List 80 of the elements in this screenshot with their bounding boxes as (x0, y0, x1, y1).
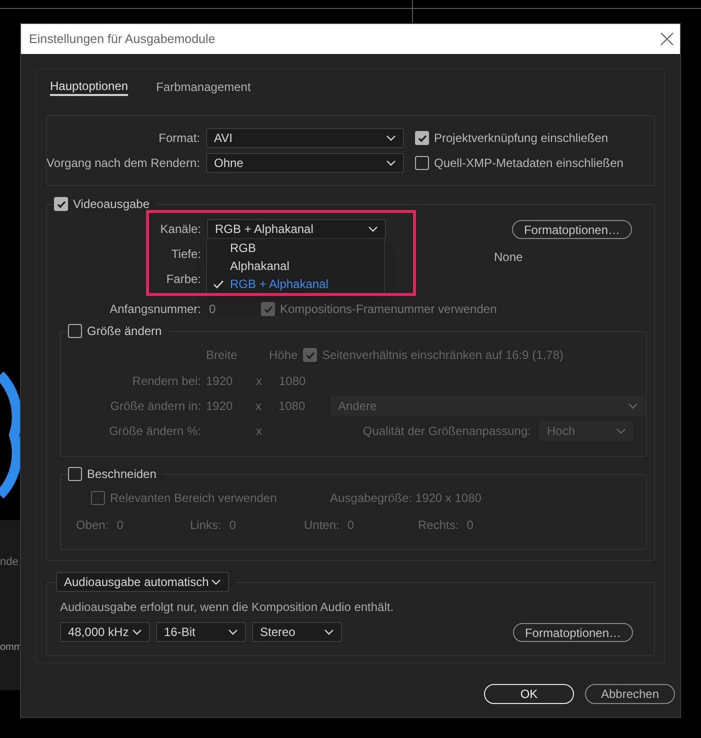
label: Links: (190, 517, 222, 534)
menu-item[interactable]: Alphakanal (207, 257, 384, 275)
label: Format: (158, 130, 200, 147)
label: Quell-XMP-Metadaten einschließen (434, 155, 624, 172)
checkbox[interactable] (261, 302, 275, 316)
label: Relevanten Bereich verwenden (110, 490, 277, 507)
label: Tiefe: (171, 246, 201, 263)
chevron-icon (368, 226, 378, 232)
label: Höhe (269, 348, 298, 362)
close-icon[interactable] (660, 32, 674, 46)
value-text: 0 (116, 517, 124, 534)
times-text: x (256, 373, 262, 390)
checkbox[interactable] (54, 197, 68, 211)
window-title: Einstellungen für Ausgabemodule (29, 30, 216, 48)
audio-mode-dropdown[interactable]: Audioausgabe automatisch (56, 572, 229, 592)
checkmark-icon (213, 280, 224, 288)
label: Rendern bei: (132, 373, 201, 390)
format-options-button[interactable]: Formatoptionen… (512, 220, 632, 238)
times-text: x (256, 423, 262, 440)
chevron-icon (616, 428, 626, 434)
label: Größe ändern in: (110, 398, 201, 415)
chevron-icon (386, 135, 396, 141)
label: Seitenverhältnis einschränken auf 16:9 (1,78) (322, 347, 564, 364)
audio-note: Audioausgabe erfolgt nur, wenn die Komposition Audio enthält. (60, 599, 394, 616)
dropdown[interactable]: AVI (206, 128, 404, 148)
checkbox[interactable] (91, 491, 105, 505)
menu-item[interactable]: RGB + Alphakanal (207, 275, 384, 293)
label: Beschneiden (87, 466, 156, 483)
background-text: nde (0, 555, 18, 570)
codec-value: None (494, 249, 523, 266)
checkmark-icon (262, 304, 274, 314)
label: Qualität der Größenanpassung: (362, 423, 531, 440)
value-text: 0 (347, 517, 354, 534)
dropdown[interactable]: 16-Bit (156, 622, 246, 642)
times-text: x (256, 398, 262, 415)
checkmark-icon (416, 132, 428, 144)
dialog-button[interactable]: Abbrechen (585, 684, 675, 704)
label: Unten: (304, 517, 340, 534)
value-text: 0 (466, 517, 474, 534)
label: Kompositions-Framenummer verwenden (280, 301, 497, 318)
label: Videoausgabe (73, 196, 150, 213)
value-text: 0 (229, 517, 236, 534)
label: Farbe: (166, 271, 201, 288)
chevron-icon (211, 579, 221, 585)
checkbox[interactable] (68, 467, 82, 481)
label: Vorgang nach dem Rendern: (46, 155, 200, 172)
label: Projektverknüpfung einschließen (434, 130, 608, 147)
checkmark-icon (304, 350, 316, 360)
output-size-text: Ausgabegröße: 1920 x 1080 (330, 490, 482, 507)
tab[interactable]: Farbmanagement (156, 77, 251, 96)
chevron-icon (324, 629, 334, 635)
checkmark-icon (56, 198, 66, 210)
label: Oben: (76, 517, 109, 534)
checkbox[interactable] (415, 156, 429, 170)
label: Größe ändern %: (108, 423, 201, 440)
number-field[interactable]: 0 (209, 300, 249, 318)
chevron-icon (132, 629, 142, 635)
label: Kanäle: (160, 221, 201, 238)
chevron-icon (628, 403, 638, 409)
label: Größe ändern (87, 323, 162, 340)
value-text: 1920 (206, 374, 233, 388)
dialog-button[interactable]: OK (484, 684, 574, 704)
checkbox[interactable] (68, 324, 82, 338)
value-text: 1920 (206, 399, 233, 413)
dropdown[interactable]: Stereo (252, 622, 342, 642)
tab[interactable]: Hauptoptionen (50, 77, 128, 96)
dropdown[interactable]: RGB + Alphakanal (207, 219, 386, 239)
label: Breite (206, 348, 238, 362)
dropdown[interactable]: 48,000 kHz (60, 622, 150, 642)
checkbox[interactable] (415, 131, 429, 145)
format-options-button[interactable]: Formatoptionen… (513, 622, 633, 642)
label: Anfangsnummer: (110, 301, 201, 318)
value-text: 1080 (278, 399, 306, 413)
chevron-icon (386, 160, 396, 166)
chevron-icon (228, 629, 238, 635)
dropdown[interactable]: Ohne (206, 153, 404, 173)
checkbox[interactable] (303, 348, 317, 362)
value-text: 1080 (279, 374, 306, 388)
label: Rechts: (418, 517, 459, 534)
menu-item[interactable]: RGB (207, 239, 384, 257)
